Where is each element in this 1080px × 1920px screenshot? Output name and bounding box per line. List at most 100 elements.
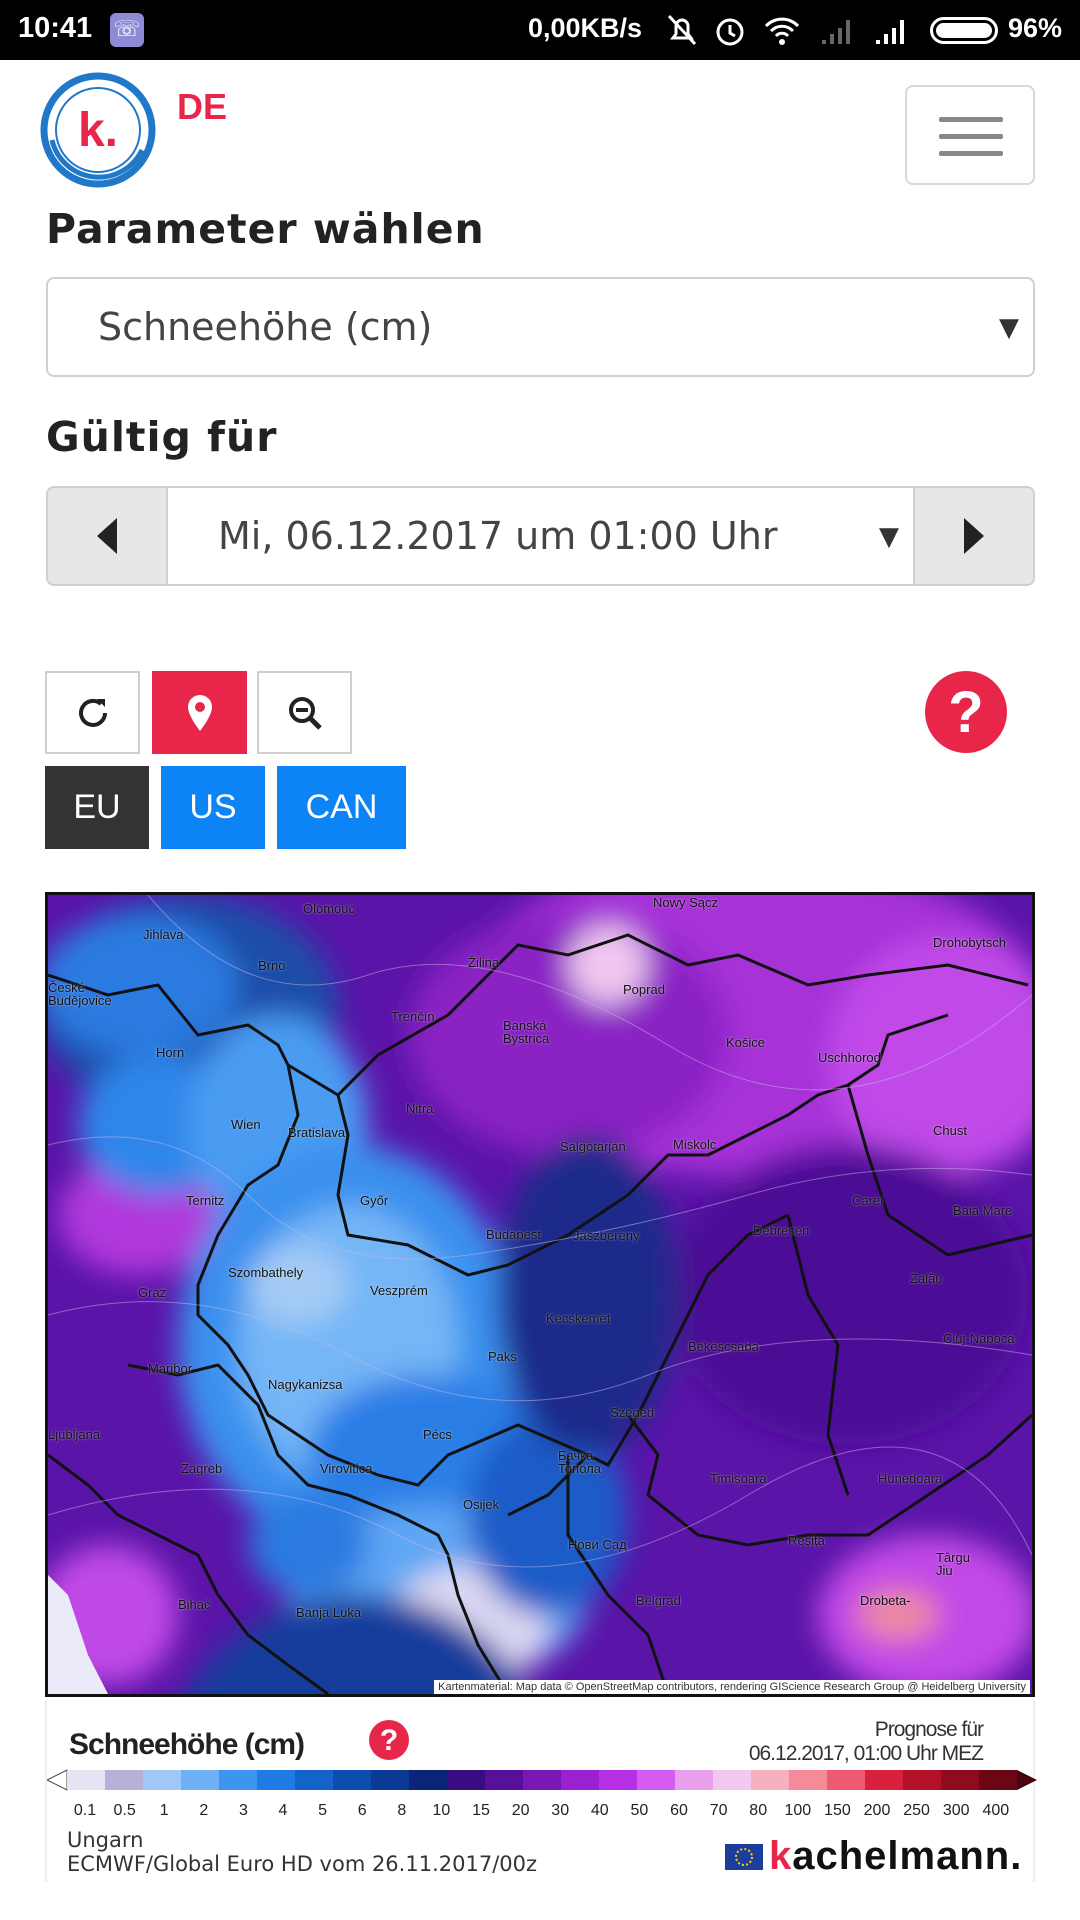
legend-help-icon[interactable]: ? — [369, 1720, 409, 1760]
signal-icon-2 — [876, 20, 904, 44]
zoom-out-button[interactable] — [257, 671, 352, 754]
scale-tick-label: 10 — [432, 1802, 451, 1819]
scale-tick-label: 6 — [357, 1802, 367, 1819]
city-label: Chust — [933, 1123, 967, 1138]
forecast-time: 06.12.2017, 01:00 Uhr MEZ — [748, 1742, 984, 1765]
city-label: Нови Сад — [568, 1537, 627, 1552]
city-label: Salgótarján — [560, 1139, 626, 1154]
scale-swatch — [67, 1770, 106, 1790]
scale-tick-label: 80 — [749, 1802, 768, 1819]
help-button[interactable]: ? — [925, 671, 1007, 753]
eu-flag-icon — [725, 1844, 763, 1870]
scale-swatch — [713, 1770, 752, 1790]
signal-icon — [822, 20, 850, 44]
scale-swatch — [333, 1770, 372, 1790]
caret-down-icon: ▼ — [999, 313, 1019, 343]
city-label: Ljubljana — [48, 1427, 101, 1442]
city-label: Carei — [852, 1193, 884, 1208]
city-label: Banja Luka — [296, 1605, 362, 1620]
scale-swatch — [637, 1770, 676, 1790]
status-time: 10:41 — [18, 12, 93, 44]
date-select[interactable]: Mi, 06.12.2017 um 01:00 Uhr ▼ — [166, 488, 915, 584]
scale-tick-label: 300 — [942, 1802, 970, 1819]
snow-depth-map[interactable]: Olomouc Nowy Sącz Jihlava Brno Žilina Dr… — [45, 892, 1035, 1697]
city-label: Drobeta- — [860, 1593, 911, 1608]
region-name: Ungarn — [67, 1828, 144, 1852]
bell-muted-icon — [667, 14, 697, 46]
date-selector: Mi, 06.12.2017 um 01:00 Uhr ▼ — [46, 486, 1035, 586]
brand-k: k — [769, 1834, 793, 1878]
city-label: Győr — [360, 1193, 389, 1208]
previous-time-button[interactable] — [48, 488, 166, 584]
next-time-button[interactable] — [915, 488, 1033, 584]
parameter-select[interactable]: Schneehöhe (cm) ▼ — [46, 277, 1035, 377]
city-label: Timişoara — [710, 1471, 767, 1486]
scale-swatch — [523, 1770, 562, 1790]
scale-swatch — [485, 1770, 524, 1790]
region-eu-button[interactable]: EU — [45, 766, 149, 849]
scale-swatch — [751, 1770, 790, 1790]
scale-tick-label: 0.1 — [73, 1802, 97, 1819]
scale-tick-label: 20 — [511, 1802, 530, 1819]
city-label: Horn — [156, 1045, 185, 1060]
city-label: Nowy Sącz — [653, 895, 719, 910]
scale-arrow-right — [1017, 1770, 1037, 1790]
city-label: Szeged — [610, 1405, 655, 1420]
map-credit: Kartenmaterial: Map data © OpenStreetMap… — [434, 1680, 1030, 1694]
scale-swatch — [105, 1770, 144, 1790]
scale-swatch — [447, 1770, 486, 1790]
language-switch[interactable]: DE — [177, 86, 227, 128]
city-label: Wien — [231, 1117, 261, 1132]
city-label: Hunedoara — [878, 1471, 943, 1486]
viber-icon: ☏ — [110, 13, 144, 47]
brand-rest: achelmann. — [792, 1834, 1023, 1878]
kachelmann-logo[interactable]: k. — [38, 70, 158, 190]
region-can-button[interactable]: CAN — [277, 766, 406, 849]
map-legend: Schneehöhe (cm) ? Prognose für 06.12.201… — [45, 1700, 1037, 1882]
city-label: Bratislava — [288, 1125, 346, 1140]
scale-tick-label: 15 — [472, 1802, 490, 1819]
color-scale-ticks: 0.1 0.5 1 2 3 4 5 6 8 10 15 20 30 40 50 60 70 80 100 150 200… — [47, 1796, 1037, 1826]
city-label: Zagreb — [181, 1461, 223, 1476]
city-label: Brno — [258, 958, 286, 973]
scale-tick-label: 40 — [590, 1802, 609, 1819]
scale-swatch — [979, 1770, 1018, 1790]
scale-swatch — [827, 1770, 866, 1790]
forecast-label: Prognose für — [874, 1718, 984, 1741]
scale-tick-label: 200 — [863, 1802, 891, 1819]
scale-swatch — [409, 1770, 448, 1790]
scale-swatch — [219, 1770, 258, 1790]
scale-swatch — [371, 1770, 410, 1790]
scale-tick-label: 2 — [199, 1802, 209, 1819]
refresh-button[interactable] — [45, 671, 140, 754]
triangle-right-icon — [964, 518, 984, 554]
scale-swatch — [941, 1770, 980, 1790]
scale-tick-label: 0.5 — [113, 1802, 136, 1819]
city-label: Budapest — [486, 1227, 541, 1242]
city-label: Virovitica — [320, 1461, 373, 1476]
region-us-button[interactable]: US — [161, 766, 265, 849]
battery-icon — [930, 17, 998, 44]
scale-swatch — [599, 1770, 638, 1790]
city-label: Jihlava — [143, 927, 184, 942]
scale-tick-label: 250 — [903, 1802, 930, 1819]
city-label: Cluj-Napoca — [943, 1331, 1015, 1346]
valid-for-label: Gültig für — [46, 413, 278, 461]
refresh-icon — [78, 698, 107, 727]
menu-button[interactable] — [905, 85, 1035, 185]
scale-tick-label: 60 — [670, 1802, 688, 1819]
legend-title: Schneehöhe (cm) — [69, 1728, 305, 1761]
scale-swatch — [675, 1770, 714, 1790]
city-label: Ternitz — [186, 1193, 225, 1208]
city-label: Maribor — [148, 1361, 193, 1376]
location-button[interactable] — [152, 671, 247, 754]
scale-tick-label: 8 — [397, 1802, 407, 1819]
scale-tick-label: 1 — [159, 1802, 169, 1819]
scale-tick-label: 3 — [238, 1802, 248, 1819]
city-label: Békéscsaba — [688, 1339, 759, 1354]
parameter-label: Parameter wählen — [46, 205, 485, 253]
city-label: Trenčín — [391, 1009, 435, 1024]
scale-tick-label: 30 — [551, 1802, 570, 1819]
city-label: Nitra — [406, 1101, 434, 1116]
status-bar: 10:41 ☏ 0,00KB/s 96% — [0, 0, 1080, 60]
